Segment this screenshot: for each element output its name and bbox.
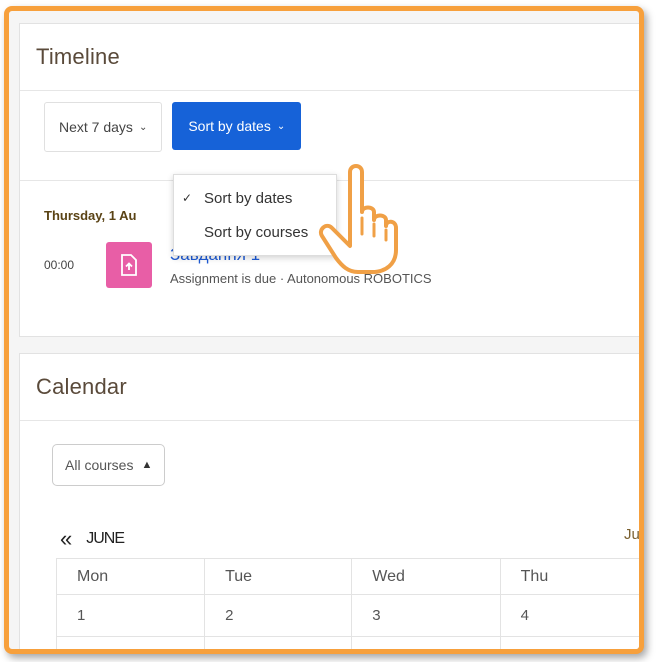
day-cell[interactable] — [351, 636, 501, 649]
chevron-down-icon: ⌄ — [138, 121, 148, 133]
assignment-upload-icon — [106, 242, 152, 288]
check-icon: ✓ — [182, 191, 193, 205]
day-filter-label: Next 7 days — [59, 119, 133, 135]
date-heading: Thursday, 1 Au — [44, 208, 137, 223]
event-time: 00:00 — [44, 258, 75, 272]
prev-month-link[interactable]: « — [60, 526, 72, 552]
week-row — [55, 636, 639, 649]
week-row: 1 2 3 4 — [55, 594, 639, 637]
screenshot-frame: Timeline Next 7 days ⌄ Sort by dates ⌄ T… — [4, 6, 644, 654]
calendar-card: Calendar All courses ▲︎ « JUNE July Mon … — [19, 353, 639, 649]
day-cell[interactable]: 2 — [204, 594, 353, 637]
calendar-grid: Mon Tue Wed Thu 1 2 3 4 — [55, 558, 639, 649]
current-month: JUNE — [86, 530, 125, 547]
sort-option-courses[interactable]: Sort by courses — [174, 215, 336, 249]
weekday-tue: Tue — [204, 558, 353, 595]
day-cell[interactable]: 1 — [55, 594, 206, 637]
calendar-header: Calendar — [20, 354, 639, 421]
timeline-header: Timeline — [20, 24, 639, 91]
weekday-header-row: Mon Tue Wed Thu — [55, 558, 639, 595]
weekday-mon: Mon — [55, 558, 206, 595]
calendar-nav: « JUNE — [60, 526, 125, 552]
timeline-title: Timeline — [36, 44, 120, 69]
day-filter-button[interactable]: Next 7 days ⌄ — [44, 102, 163, 152]
sort-button[interactable]: Sort by dates ⌄ — [172, 102, 302, 150]
pointer-hand-icon — [319, 164, 398, 274]
day-cell[interactable]: 3 — [351, 594, 501, 637]
course-select-label: All courses — [65, 457, 134, 473]
timeline-card: Timeline Next 7 days ⌄ Sort by dates ⌄ T… — [19, 23, 639, 337]
weekday-wed: Wed — [351, 558, 501, 595]
day-cell[interactable] — [499, 636, 639, 649]
sort-option-label: Sort by courses — [204, 223, 309, 241]
sort-arrows-icon: ▲︎ — [141, 459, 153, 471]
next-month-link[interactable]: July — [624, 526, 639, 543]
course-select[interactable]: All courses ▲︎ — [52, 444, 166, 486]
day-cell[interactable]: 4 — [499, 594, 639, 637]
calendar-title: Calendar — [36, 374, 127, 399]
day-cell[interactable] — [204, 636, 353, 649]
timeline-toolbar: Next 7 days ⌄ Sort by dates ⌄ — [44, 102, 302, 152]
sort-option-dates[interactable]: ✓ Sort by dates — [174, 181, 336, 215]
chevron-down-icon: ⌄ — [276, 120, 286, 132]
day-cell[interactable] — [55, 636, 206, 649]
sort-button-label: Sort by dates — [188, 118, 271, 134]
weekday-thu: Thu — [499, 558, 639, 595]
sort-option-label: Sort by dates — [204, 189, 293, 207]
sort-dropdown-menu: ✓ Sort by dates Sort by courses — [173, 174, 337, 256]
